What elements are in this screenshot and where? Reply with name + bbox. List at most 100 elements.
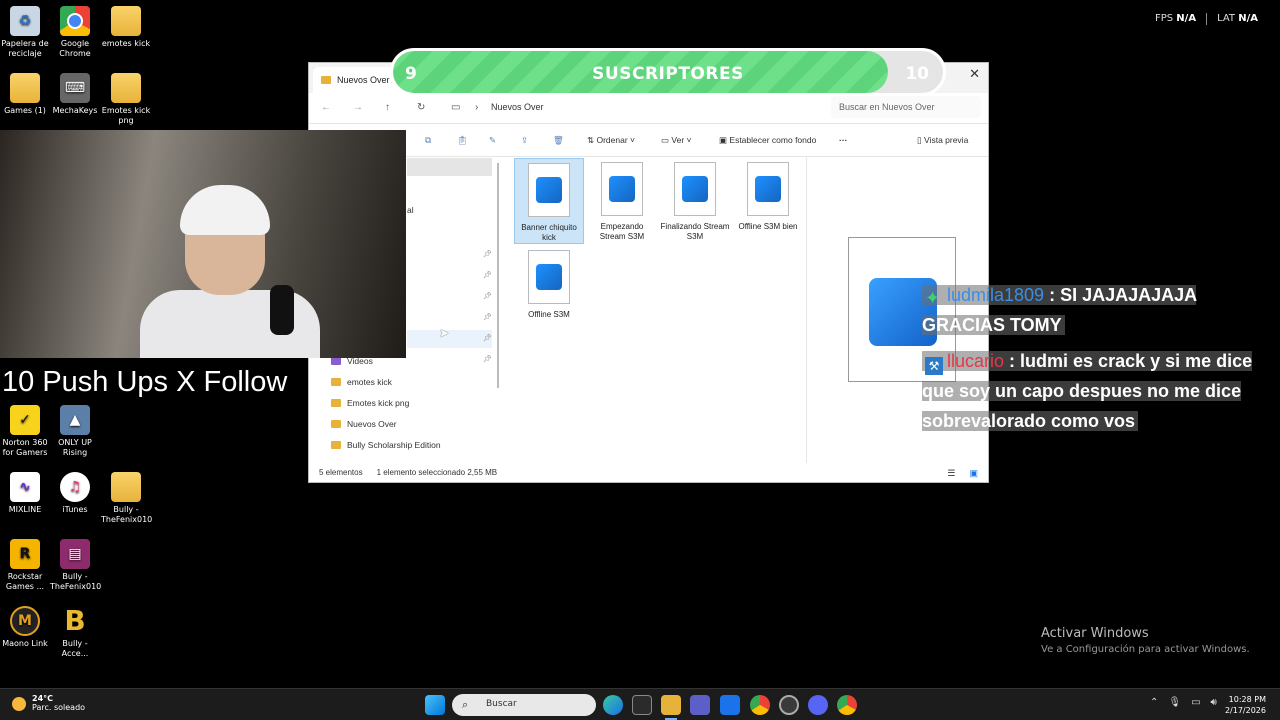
- sidebar-item-partial[interactable]: al: [407, 205, 414, 215]
- address-bar: ← → ↑ ↻ ▭ › Nuevos Over Buscar en Nuevos…: [309, 93, 988, 123]
- desktop-icon-maono[interactable]: M Maono Link: [0, 606, 50, 649]
- image-file-icon: [674, 162, 716, 216]
- image-file-icon: [528, 163, 570, 217]
- tiles-view-icon[interactable]: ▣: [969, 468, 978, 478]
- sidebar-item-emotes-kick-png[interactable]: Emotes kick png: [331, 398, 409, 408]
- delete-icon[interactable]: 🗑︎: [553, 135, 564, 146]
- teams-icon[interactable]: [690, 695, 710, 715]
- badge-icon: ✦: [925, 288, 941, 308]
- desktop-icon-recycle-bin[interactable]: ♻ Papelera de reciclaje: [0, 6, 50, 59]
- desktop-icon-mechakeys[interactable]: ⌨ MechaKeys: [50, 73, 100, 116]
- more-icon[interactable]: ···: [839, 135, 848, 145]
- chat-message: ⚒ llucario : ludmi es crack y si me dice …: [922, 351, 1253, 431]
- file-explorer-icon[interactable]: [661, 695, 681, 715]
- paste-icon[interactable]: 📋︎: [457, 135, 468, 146]
- item-count: 5 elementos: [319, 468, 363, 477]
- sidebar-item-bully[interactable]: Bully Scholarship Edition: [331, 440, 441, 450]
- forward-icon[interactable]: →: [353, 102, 363, 113]
- mail-icon[interactable]: [720, 695, 740, 715]
- close-icon[interactable]: ✕: [969, 66, 980, 82]
- copy-icon[interactable]: ⧉: [425, 135, 431, 146]
- winrar-icon: ▤: [60, 539, 90, 569]
- recycle-bin-icon: ♻: [10, 6, 40, 36]
- desktop-icon-bully-acce[interactable]: B Bully - Acce...: [50, 606, 100, 659]
- folder-icon: [10, 73, 40, 103]
- pin-icon: 📌︎: [483, 356, 492, 363]
- desktop-icon-games[interactable]: Games (1): [0, 73, 50, 116]
- file-item[interactable]: Banner chiquito kick: [514, 158, 584, 244]
- sidebar-item-emotes-kick[interactable]: emotes kick: [331, 377, 392, 387]
- monitor-icon: ▭: [451, 102, 461, 113]
- discord-icon[interactable]: [808, 695, 828, 715]
- pin-icon: 📌︎: [483, 314, 492, 321]
- keyboard-app-icon: ⌨: [60, 73, 90, 103]
- chrome-icon[interactable]: [837, 695, 857, 715]
- sidebar-item-nuevos-over[interactable]: Nuevos Over: [331, 419, 397, 429]
- desktop-icon-only-up[interactable]: ▲ ONLY UP Rising: [50, 405, 100, 458]
- chat-username: llucario: [947, 351, 1005, 371]
- desktop-icon-bully-winrar[interactable]: ▤ Bully - TheFenix010: [50, 539, 101, 592]
- preview-button[interactable]: ▯ Vista previa: [917, 135, 968, 146]
- folder-icon: [321, 76, 331, 84]
- rockstar-icon: R: [10, 539, 40, 569]
- desktop-icon-rockstar[interactable]: R Rockstar Games ...: [0, 539, 50, 592]
- set-background-button[interactable]: ▣ Establecer como fondo: [719, 135, 816, 146]
- rename-icon[interactable]: ✎: [489, 135, 496, 146]
- desktop-icon-chrome[interactable]: Google Chrome: [50, 6, 100, 59]
- taskbar-search-input[interactable]: ⌕ Buscar: [452, 694, 596, 716]
- videos-icon: [331, 357, 341, 365]
- steam-icon[interactable]: [779, 695, 799, 715]
- view-button[interactable]: ▭ Ver ˅: [661, 135, 692, 146]
- clock[interactable]: 10:28 PM 2/17/2026: [1225, 694, 1266, 716]
- chevron-up-icon[interactable]: ⌃: [1150, 697, 1158, 708]
- image-file-icon: [747, 162, 789, 216]
- network-icon[interactable]: ▭: [1191, 697, 1200, 708]
- divider: [1206, 13, 1208, 25]
- file-item[interactable]: Offline S3M bien: [733, 158, 803, 244]
- image-file-icon: [601, 162, 643, 216]
- chat-message: ✦ ludmila1809 : SI JAJAJAJAJA GRACIAS TOM…: [922, 285, 1197, 335]
- streamer-hat: [180, 185, 270, 235]
- desktop-icon-emotes-kick[interactable]: emotes kick: [101, 6, 151, 49]
- share-icon[interactable]: ⇪: [521, 135, 528, 146]
- streamer-figure: [140, 185, 320, 358]
- search-input[interactable]: Buscar en Nuevos Over: [831, 96, 981, 118]
- folder-icon: [331, 399, 341, 407]
- pushups-label: 10 Push Ups X Follow: [2, 366, 288, 398]
- volume-icon[interactable]: 🔊︎: [1211, 697, 1217, 708]
- sidebar-item-selected[interactable]: [407, 158, 492, 176]
- webcam-overlay: [0, 130, 406, 358]
- desktop-icon-norton[interactable]: ✓ Norton 360 for Gamers: [0, 405, 50, 458]
- tools-badge-icon: ⚒: [925, 357, 943, 375]
- back-icon[interactable]: ←: [321, 102, 331, 113]
- desktop-icon-itunes[interactable]: ♫ iTunes: [50, 472, 100, 515]
- lat-value: N/A: [1238, 13, 1258, 24]
- breadcrumb[interactable]: Nuevos Over: [491, 102, 544, 112]
- itunes-icon: ♫: [60, 472, 90, 502]
- chevron-right-icon: ›: [475, 102, 479, 113]
- status-bar: 5 elementos 1 elemento seleccionado 2,55…: [309, 464, 988, 482]
- start-icon[interactable]: [425, 695, 445, 715]
- details-view-icon[interactable]: ☰: [947, 468, 955, 478]
- weather-widget[interactable]: 24°C Parc. soleado: [12, 694, 85, 712]
- taskbar: 24°C Parc. soleado ⌕ Buscar ⌃ 🎙︎ ▭ 🔊︎ 10:…: [0, 688, 1280, 720]
- desktop-icon-bully-folder[interactable]: Bully - TheFenix010: [101, 472, 152, 525]
- chrome-icon[interactable]: [750, 695, 770, 715]
- desktop-icon-mixline[interactable]: ∿ MIXLINE: [0, 472, 50, 515]
- sort-button[interactable]: ⇅ Ordenar ˅: [587, 135, 635, 146]
- microphone-icon[interactable]: 🎙︎: [1168, 697, 1181, 708]
- file-item[interactable]: Empezando Stream S3M: [587, 158, 657, 244]
- sidebar-scrollbar[interactable]: [497, 163, 499, 388]
- file-item[interactable]: Offline S3M: [514, 246, 584, 332]
- up-icon[interactable]: ↑: [385, 102, 390, 113]
- preview-divider: [806, 158, 807, 463]
- sun-icon: [12, 697, 26, 711]
- store-icon[interactable]: [632, 695, 652, 715]
- refresh-icon[interactable]: ↻: [417, 102, 425, 113]
- selection-info: 1 elemento seleccionado 2,55 MB: [376, 468, 498, 477]
- file-item[interactable]: Finalizando Stream S3M: [660, 158, 730, 244]
- desktop-icon-emotes-kick-png[interactable]: Emotes kick png: [101, 73, 151, 126]
- folder-icon: [111, 73, 141, 103]
- edge-icon[interactable]: [603, 695, 623, 715]
- folder-icon: [331, 441, 341, 449]
